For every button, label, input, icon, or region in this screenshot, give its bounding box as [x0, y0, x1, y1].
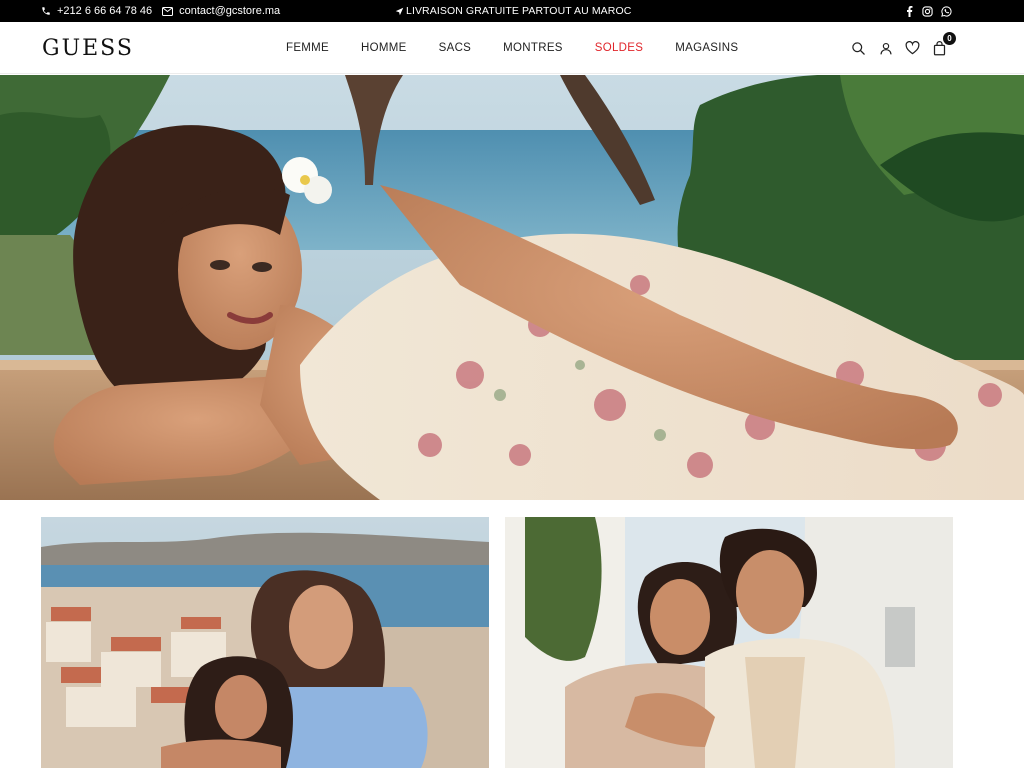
cart-count-badge: 0 — [943, 31, 956, 45]
nav-item-femme[interactable]: FEMME — [270, 42, 345, 54]
contact-info: +212 6 66 64 78 46 contact@gcstore.ma — [41, 0, 280, 22]
heart-icon[interactable] — [904, 40, 921, 57]
mail-icon — [162, 6, 174, 16]
phone-link[interactable]: +212 6 66 64 78 46 — [41, 5, 152, 17]
nav-item-homme[interactable]: HOMME — [345, 42, 423, 54]
announcement: LIVRAISON GRATUITE PARTOUT AU MAROC — [395, 0, 631, 22]
phone-number: +212 6 66 64 78 46 — [57, 5, 153, 17]
nav-item-sacs[interactable]: SACS — [423, 42, 488, 54]
nav-item-soldes[interactable]: SOLDES — [579, 42, 659, 54]
promo-image-right — [505, 517, 953, 768]
site-header: GUESS FEMME HOMME SACS MONTRES SOLDES MA… — [0, 22, 1024, 74]
social-links — [905, 0, 952, 22]
hero-banner[interactable] — [0, 75, 1024, 500]
instagram-icon[interactable] — [922, 5, 933, 17]
promo-image-left — [41, 517, 489, 768]
promo-tile-right[interactable] — [505, 517, 953, 768]
promo-tile-left[interactable] — [41, 517, 489, 768]
nav-item-montres[interactable]: MONTRES — [487, 42, 579, 54]
whatsapp-icon[interactable] — [941, 5, 952, 17]
user-icon[interactable] — [877, 40, 894, 57]
search-icon[interactable] — [850, 40, 867, 57]
facebook-icon[interactable] — [905, 5, 914, 17]
announcement-text: LIVRAISON GRATUITE PARTOUT AU MAROC — [406, 5, 632, 17]
top-bar: +212 6 66 64 78 46 contact@gcstore.ma LI… — [0, 0, 1024, 22]
hero-image — [0, 75, 1024, 500]
bag-icon[interactable]: 0 — [931, 31, 956, 57]
brand-logo[interactable]: GUESS — [42, 36, 134, 61]
email-address: contact@gcstore.ma — [179, 5, 281, 17]
email-link[interactable]: contact@gcstore.ma — [162, 5, 280, 17]
send-icon — [395, 7, 404, 16]
nav-item-magasins[interactable]: MAGASINS — [659, 42, 754, 54]
main-nav: FEMME HOMME SACS MONTRES SOLDES MAGASINS — [270, 22, 754, 74]
phone-icon — [41, 6, 51, 16]
header-actions: 0 — [850, 22, 956, 74]
